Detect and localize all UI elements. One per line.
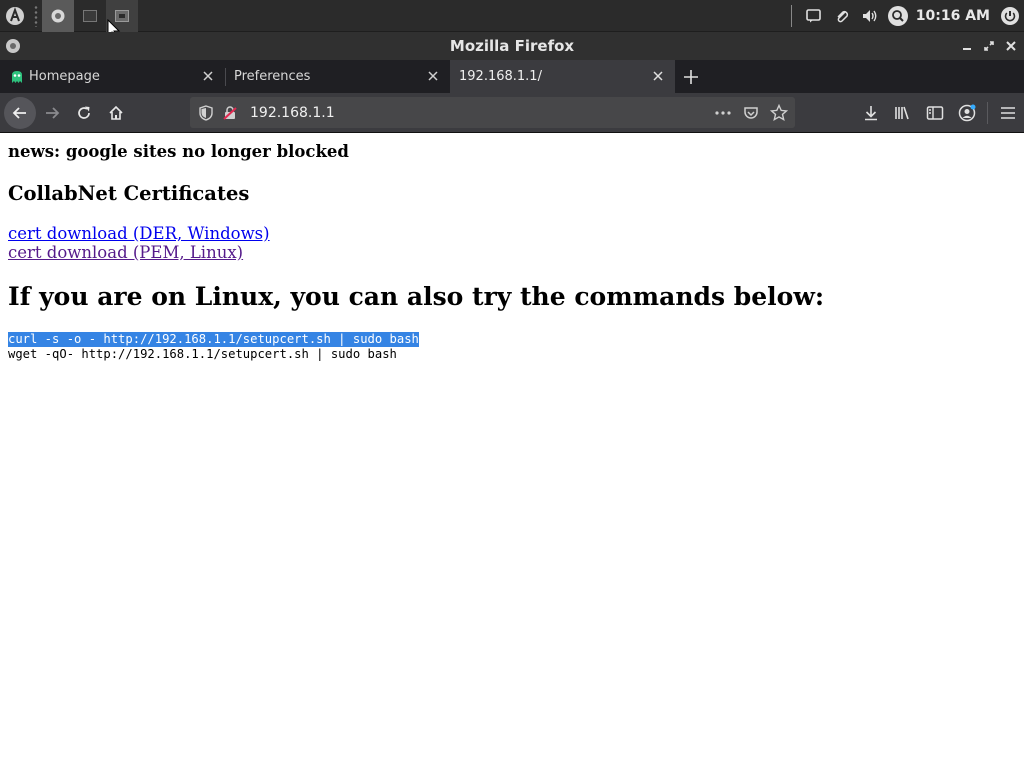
close-icon bbox=[653, 71, 663, 81]
terminal-icon bbox=[83, 9, 97, 22]
tab-label: 192.168.1.1/ bbox=[459, 69, 542, 84]
reload-button[interactable] bbox=[68, 97, 100, 129]
forward-arrow-icon bbox=[46, 106, 60, 119]
forward-button[interactable] bbox=[36, 97, 68, 129]
minimize-button[interactable] bbox=[960, 39, 974, 53]
sidebar-icon bbox=[926, 106, 944, 120]
pocket-button[interactable] bbox=[739, 101, 763, 125]
insecure-lock-icon bbox=[223, 105, 237, 120]
navigation-toolbar: 192.168.1.1 bbox=[0, 93, 1024, 133]
notification-tray[interactable] bbox=[800, 0, 828, 32]
back-arrow-icon bbox=[12, 106, 26, 119]
tab-label: Homepage bbox=[29, 69, 100, 84]
back-button[interactable] bbox=[4, 96, 36, 129]
home-icon bbox=[109, 105, 123, 120]
tracking-protection-button[interactable] bbox=[194, 101, 218, 125]
url-text[interactable]: 192.168.1.1 bbox=[250, 105, 335, 121]
firefox-icon bbox=[51, 9, 65, 22]
close-icon bbox=[428, 71, 438, 81]
reload-icon bbox=[78, 106, 90, 119]
close-icon bbox=[1006, 41, 1016, 51]
app-menu-button[interactable] bbox=[0, 0, 30, 32]
close-icon bbox=[203, 71, 213, 81]
more-dots-icon bbox=[715, 110, 731, 115]
tab-close-button[interactable] bbox=[426, 69, 440, 83]
wget-command-line[interactable]: wget -qO- http://192.168.1.1/setupcert.s… bbox=[8, 347, 397, 362]
taskbar-firefox[interactable] bbox=[42, 0, 74, 32]
hamburger-menu-icon bbox=[1001, 107, 1015, 119]
tab-close-button[interactable] bbox=[651, 69, 665, 83]
library-icon bbox=[895, 106, 909, 120]
homepage-favicon-icon bbox=[12, 70, 22, 83]
tab-homepage[interactable]: Homepage bbox=[0, 60, 225, 93]
star-icon bbox=[770, 103, 788, 121]
library-button[interactable] bbox=[887, 97, 919, 129]
search-icon bbox=[887, 5, 908, 26]
shield-icon bbox=[199, 104, 213, 121]
news-line: news: google sites no longer blocked bbox=[8, 142, 349, 161]
tab-192-168-1-1[interactable]: 192.168.1.1/ bbox=[450, 60, 675, 93]
clipboard-tray[interactable] bbox=[828, 0, 856, 32]
window-title: Mozilla Firefox bbox=[449, 37, 575, 55]
minimize-icon bbox=[963, 48, 971, 50]
volume-icon bbox=[862, 9, 877, 22]
message-icon bbox=[805, 8, 821, 22]
search-tray[interactable] bbox=[884, 0, 912, 32]
sidebar-button[interactable] bbox=[919, 97, 951, 129]
maximize-icon bbox=[984, 41, 994, 51]
power-icon bbox=[1001, 6, 1019, 25]
page-actions-button[interactable] bbox=[711, 101, 735, 125]
download-icon bbox=[865, 106, 877, 121]
account-button[interactable] bbox=[951, 97, 983, 129]
downloads-button[interactable] bbox=[855, 97, 887, 129]
site-info-button[interactable] bbox=[218, 101, 242, 125]
cert-download-der-link[interactable]: cert download (DER, Windows) bbox=[8, 224, 270, 243]
cert-download-pem-link[interactable]: cert download (PEM, Linux) bbox=[8, 243, 243, 262]
url-bar[interactable]: 192.168.1.1 bbox=[190, 97, 795, 128]
account-icon bbox=[958, 104, 976, 122]
panel-separator bbox=[33, 4, 39, 27]
power-button[interactable] bbox=[996, 0, 1024, 32]
bookmark-star-button[interactable] bbox=[767, 101, 791, 125]
maximize-button[interactable] bbox=[982, 39, 996, 53]
volume-tray[interactable] bbox=[856, 0, 884, 32]
main-menu-button[interactable] bbox=[992, 97, 1024, 129]
curl-command-line[interactable]: curl -s -o - http://192.168.1.1/setupcer… bbox=[8, 332, 419, 347]
page-content: news: google sites no longer blocked Col… bbox=[0, 134, 1024, 768]
linux-commands-heading: If you are on Linux, you can also try th… bbox=[8, 282, 825, 311]
home-button[interactable] bbox=[100, 97, 132, 129]
tab-strip: Homepage Preferences 192.168.1.1/ bbox=[0, 60, 1024, 93]
tab-label: Preferences bbox=[234, 69, 311, 84]
plus-icon bbox=[684, 69, 698, 84]
close-window-button[interactable] bbox=[1004, 39, 1018, 53]
certificates-heading: CollabNet Certificates bbox=[8, 182, 250, 205]
tab-close-button[interactable] bbox=[201, 69, 215, 83]
new-tab-button[interactable] bbox=[675, 60, 707, 93]
window-titlebar[interactable]: Mozilla Firefox bbox=[0, 32, 1024, 60]
firefox-window-icon bbox=[6, 39, 20, 53]
pocket-icon bbox=[744, 106, 758, 119]
tab-preferences[interactable]: Preferences bbox=[225, 60, 450, 93]
paperclip-icon bbox=[837, 10, 848, 22]
taskbar-terminal[interactable] bbox=[74, 0, 106, 32]
launcher-icon bbox=[6, 6, 24, 25]
system-panel: 10:16 AM bbox=[0, 0, 1024, 32]
clock[interactable]: 10:16 AM bbox=[916, 8, 990, 24]
